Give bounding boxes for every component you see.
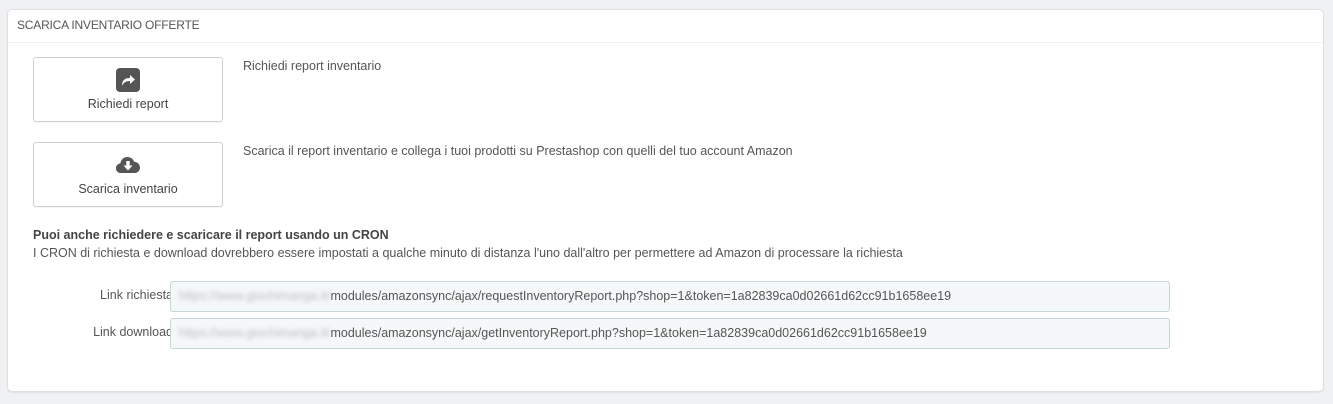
- request-link-domain: https://www.giochimanga.it/: [179, 289, 331, 303]
- cloud-download-icon: [116, 157, 140, 173]
- download-link-label: Link download: [93, 325, 173, 339]
- request-link-label: Link richiesta: [100, 288, 173, 302]
- cron-description: I CRON di richiesta e download dovrebber…: [33, 246, 903, 260]
- request-report-button[interactable]: Richiedi report: [33, 57, 223, 122]
- download-inventory-button[interactable]: Scarica inventario: [33, 142, 223, 207]
- download-inventory-label: Scarica inventario: [78, 182, 178, 196]
- download-inventory-description: Scarica il report inventario e collega i…: [243, 144, 793, 158]
- cron-title: Puoi anche richiedere e scaricare il rep…: [33, 228, 389, 242]
- download-link-domain: https://www.giochimanga.it/: [179, 326, 331, 340]
- download-link-row: Link download https://www.giochimanga.it…: [33, 318, 1173, 349]
- request-link-field[interactable]: https://www.giochimanga.it/modules/amazo…: [170, 281, 1170, 312]
- request-link-row: Link richiesta https://www.giochimanga.i…: [33, 281, 1173, 312]
- panel-title: SCARICA INVENTARIO OFFERTE: [8, 10, 1323, 43]
- share-arrow-icon: [116, 68, 140, 92]
- inventory-panel: SCARICA INVENTARIO OFFERTE Richiedi repo…: [7, 9, 1324, 392]
- request-report-label: Richiedi report: [87, 97, 169, 111]
- request-link-path: modules/amazonsync/ajax/requestInventory…: [330, 289, 952, 303]
- request-report-description: Richiedi report inventario: [243, 59, 382, 73]
- download-link-field[interactable]: https://www.giochimanga.it/modules/amazo…: [170, 318, 1170, 349]
- download-link-path: modules/amazonsync/ajax/getInventoryRepo…: [330, 326, 927, 340]
